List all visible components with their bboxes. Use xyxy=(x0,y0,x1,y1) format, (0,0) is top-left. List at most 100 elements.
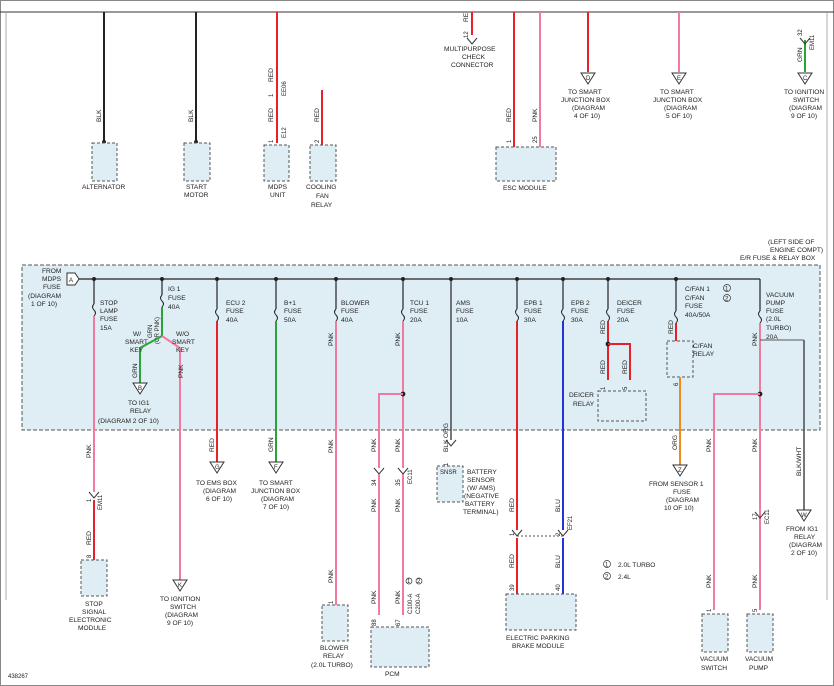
ref-z-label-3: (DIAGRAM xyxy=(666,497,699,504)
epb2-fuse-label-3: 30A xyxy=(571,317,583,324)
battery-sensor-label-2: SENSOR xyxy=(467,477,495,484)
stop-signal-module-box xyxy=(80,559,108,597)
esc-module-group: RED PNK 1 25 ESC MODULE xyxy=(495,12,557,192)
tcu1-fuse-label-2: FUSE xyxy=(410,308,428,315)
tcu1-wire-label-2: PNK xyxy=(371,438,378,452)
stop-lamp-fuse-label-4: 15A xyxy=(100,325,112,332)
esc-module-box xyxy=(495,146,557,182)
ig-switch-wire-label: PNK xyxy=(178,364,185,378)
ref-g-letter: G xyxy=(215,465,220,471)
epb1-fuse-label-1: EPB 1 xyxy=(524,300,543,307)
ig1-with-key-label-1: W/ xyxy=(133,331,141,338)
pcm-connector-a xyxy=(373,467,385,475)
battery-sensor-label-1: BATTERY xyxy=(467,469,497,476)
alternator-box xyxy=(91,142,118,182)
ref-b-label-1: TO IG1 xyxy=(128,400,150,407)
pcm-pin-1: 88 xyxy=(372,619,378,626)
check-connector-group: RE 12 MULTIPURPOSE CHECK CONNECTOR xyxy=(444,12,496,69)
epb2-fuse-label-1: EPB 2 xyxy=(571,300,590,307)
start-motor-wire-label: BLK xyxy=(188,109,195,122)
ref-e-label-2: JUNCTION BOX xyxy=(653,97,703,104)
pcm-pin-2: 67 xyxy=(396,619,402,626)
pcm-pin-3: 34 xyxy=(372,479,378,486)
start-motor-group: BLK START MOTOR xyxy=(183,12,211,199)
wiring-diagram: BLK ALTERNATOR BLK START MOTOR RED 1 EE0… xyxy=(0,0,834,686)
stop-lamp-fuse-label-2: LAMP xyxy=(100,308,119,315)
check-connector-label-1: MULTIPURPOSE xyxy=(444,46,496,53)
check-connector-wire-label: RE xyxy=(463,12,470,22)
epb2-fuse-label-2: FUSE xyxy=(571,308,589,315)
ig1-relay-wire-label: GRN xyxy=(132,363,139,378)
blower-wire-label-3: PNK xyxy=(328,569,335,583)
deicer-wire-label-1: RED xyxy=(600,320,607,334)
battery-sensor-label-5: BATTERY xyxy=(465,501,495,508)
ref-f-letter: F xyxy=(274,465,278,471)
vacuum-switch-wire-label-2: PNK xyxy=(706,574,713,588)
cfan-fuse-label-2: C/FAN xyxy=(685,295,705,302)
legend-1-number: 1 xyxy=(605,563,609,569)
ref-w-label-3: (DIAGRAM xyxy=(789,542,822,549)
battery-sensor-label-6: TERMINAL) xyxy=(463,509,499,516)
cooling-fan-relay-group: RED 2 COOLING FAN RELAY xyxy=(306,90,337,209)
ecu2-fuse-label-3: 40A xyxy=(226,317,238,324)
ig1-without-key-label-2: SMART xyxy=(172,339,195,346)
ig1-with-key-label-3: KEY xyxy=(130,347,144,354)
vacuum-pump-pin: 5 xyxy=(753,608,759,612)
epb1-wire-label-1: RED xyxy=(509,498,516,512)
ref-g-label-2: (DIAGRAM xyxy=(203,488,236,495)
deicer-fuse-label-2: FUSE xyxy=(617,308,635,315)
esc-wire-label-2: PNK xyxy=(532,108,539,122)
epb1-fuse-label-3: 30A xyxy=(524,317,536,324)
ref-z-label-4: 10 OF 10) xyxy=(664,505,694,512)
epb1-fuse-label-2: FUSE xyxy=(524,308,542,315)
ref-c-group: 32 EM11 GRN C TO IGNITION SWITCH (DIAGRA… xyxy=(784,29,824,120)
pcm-connector-label: EC11 xyxy=(408,469,414,484)
ref-e-letter: E xyxy=(677,76,681,82)
cfan-fuse-label-1: C/FAN 1 xyxy=(685,286,710,293)
ref-a-letter: A xyxy=(69,278,73,284)
vacuum-pump-box xyxy=(746,613,774,653)
deicer-wire-label-2: RED xyxy=(600,360,607,374)
ref-w-label-2: RELAY xyxy=(794,534,816,541)
vacuum-switch-label-2: SWITCH xyxy=(701,665,727,672)
mdps-unit-label-1: MDPS xyxy=(268,184,288,191)
ref-e-label-4: 5 OF 10) xyxy=(666,113,692,120)
ig1-fuse-label-1: IG 1 xyxy=(168,286,181,293)
mdps-wire-label-1: RED xyxy=(268,68,275,82)
vacuum-switch-wire-label-1: PNK xyxy=(706,438,713,452)
stop-module-pin-1: 1 xyxy=(87,498,93,502)
vacuum-wire-label-3: PNK xyxy=(752,574,759,588)
ref-b-label-3: (DIAGRAM 2 OF 10) xyxy=(98,418,159,425)
ref-e-label-3: (DIAGRAM xyxy=(664,105,697,112)
start-motor-label-1: START xyxy=(186,184,207,191)
from-mdps-label-3: FUSE xyxy=(43,284,61,291)
ams-fuse-label-3: 10A xyxy=(456,317,468,324)
wiring-diagram-page: BLK ALTERNATOR BLK START MOTOR RED 1 EE0… xyxy=(0,0,834,686)
mdps-unit-group: RED 1 EE06 RED 1 E12 MDPS UNIT xyxy=(263,12,290,199)
tcu1-wire-label-1: PNK xyxy=(395,332,402,346)
alternator-group: BLK ALTERNATOR xyxy=(82,12,125,191)
vacuum-wire-label-2: PNK xyxy=(752,438,759,452)
ref-w-label-1: FROM IG1 xyxy=(786,526,818,533)
ref-d-group: D TO SMART JUNCTION BOX (DIAGRAM 4 OF 10… xyxy=(561,12,611,120)
battery-sensor-snsr-label: SNSR xyxy=(440,470,457,476)
vacuum-fuse-label-2: PUMP xyxy=(766,300,786,307)
ig1-fuse-label-3: 40A xyxy=(168,304,180,311)
esc-module-label: ESC MODULE xyxy=(503,185,547,192)
ref-c-wire-label: GRN xyxy=(797,47,804,62)
epb-connector-label: EF21 xyxy=(568,515,574,530)
blower-fuse-label-3: 40A xyxy=(341,317,353,324)
tcu1-fuse-label-1: TCU 1 xyxy=(410,300,429,307)
esc-wire-label-1: RED xyxy=(506,108,513,122)
ref-g-label-1: TO EMS BOX xyxy=(196,480,238,487)
fuse-box-title-3: E/R FUSE & RELAY BOX xyxy=(740,255,816,262)
vacuum-wire-label-1: PNK xyxy=(752,332,759,346)
cfan-relay-label-2: RELAY xyxy=(693,351,715,358)
bplus1-fuse-label-1: B+1 xyxy=(284,300,296,307)
ref-c-label-3: (DIAGRAM xyxy=(789,105,822,112)
epb-pin-3: 1 xyxy=(510,532,516,536)
stop-lamp-fuse-label-3: FUSE xyxy=(100,316,118,323)
battery-sensor-label-4: (NEGATIVE xyxy=(464,493,500,500)
tcu1-wire-label-3: PNK xyxy=(395,438,402,452)
vacuum-pump-label-2: PUMP xyxy=(749,665,769,672)
